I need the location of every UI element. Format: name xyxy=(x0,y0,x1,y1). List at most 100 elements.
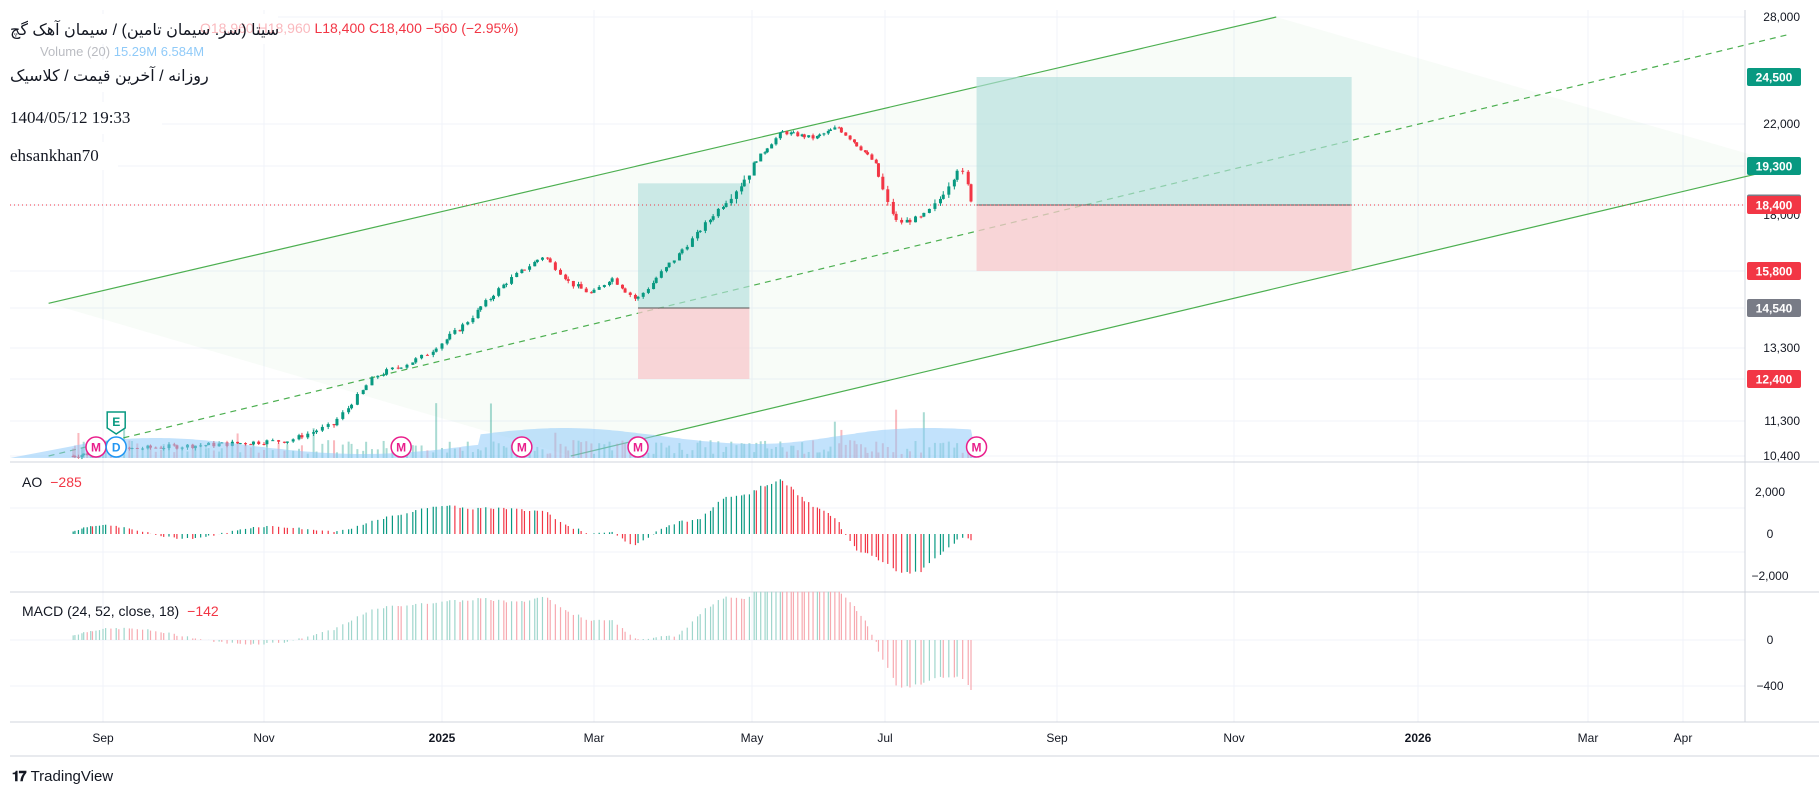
macd-legend: MACD (24, 52, close, 18) −142 xyxy=(22,603,219,619)
candle-body xyxy=(807,135,811,138)
position-1-stop-zone xyxy=(976,205,1352,271)
candle-body xyxy=(667,262,671,268)
chart-canvas[interactable]: M DEM M M M28,00022,00018,00013,30011,30010,… xyxy=(0,0,1819,798)
candle-body xyxy=(238,443,242,445)
volume-legend-label: Volume (20) xyxy=(40,44,111,59)
volume-legend-value-1: 15.29M xyxy=(113,44,158,59)
candle-body xyxy=(533,262,537,267)
ao-axis-tick: 0 xyxy=(1767,527,1774,541)
candle-body xyxy=(610,278,614,282)
time-axis-label: Sep xyxy=(92,731,114,745)
ao-axis-tick: 2,000 xyxy=(1755,485,1785,499)
earnings-marker-label: E xyxy=(112,415,120,429)
candle-body xyxy=(961,170,965,172)
candle-body xyxy=(742,179,746,187)
candle-body xyxy=(265,440,269,445)
candle-body xyxy=(870,154,874,160)
candle-body xyxy=(434,348,438,352)
candle-body xyxy=(385,369,389,375)
ao-legend-label: AO xyxy=(22,474,43,490)
price-badge-label: 18,400 xyxy=(1756,199,1793,213)
price-axis-tick: 11,300 xyxy=(1764,414,1800,428)
candle-body xyxy=(927,208,931,213)
author-name: ehsankhan70 xyxy=(10,146,99,165)
candle-body xyxy=(886,189,890,202)
candle-body xyxy=(589,292,593,294)
price-axis-tick: 10,400 xyxy=(1763,449,1800,463)
candle-body xyxy=(445,339,449,344)
candle-body xyxy=(300,435,304,438)
candle-body xyxy=(370,377,374,386)
candle-body xyxy=(652,282,656,290)
time-axis-label: Sep xyxy=(1046,731,1068,745)
candle-body xyxy=(597,286,601,290)
candle-body xyxy=(489,299,493,301)
candle-body xyxy=(502,284,506,289)
candle-body xyxy=(440,343,444,349)
candle-body xyxy=(659,271,663,278)
tradingview-logo-icon: 𝟏𝟕 xyxy=(12,768,27,784)
candle-body xyxy=(546,257,550,259)
candle-body xyxy=(955,170,959,180)
candle-body xyxy=(822,133,826,135)
candle-body xyxy=(510,277,514,284)
candle-body xyxy=(479,306,483,310)
candle-body xyxy=(900,219,904,223)
candle-body xyxy=(476,309,480,319)
timeframe-label: روزانه / آخرین قیمت / کلاسیک xyxy=(10,68,209,85)
candle-body xyxy=(919,216,923,218)
candle-body xyxy=(277,440,281,442)
candle-body xyxy=(891,201,895,214)
snapshot-datetime: 1404/05/12 19:33 xyxy=(10,108,131,127)
candle-body xyxy=(361,390,365,395)
candle-body xyxy=(914,216,918,223)
candle-body xyxy=(828,129,832,131)
candle-body xyxy=(461,324,465,332)
candle-body xyxy=(969,184,973,202)
candle-body xyxy=(711,216,715,220)
candle-body xyxy=(405,364,409,368)
candle-body xyxy=(802,134,806,138)
candle-body xyxy=(522,269,526,271)
candle-body xyxy=(646,289,650,293)
candle-body xyxy=(414,358,418,363)
position-0-stop-zone xyxy=(638,308,750,379)
candle-body xyxy=(320,426,324,431)
time-axis-label: Nov xyxy=(1223,731,1244,745)
candle-body xyxy=(778,132,782,139)
candle-body xyxy=(382,374,386,376)
candle-body xyxy=(833,127,837,130)
candle-body xyxy=(966,171,970,185)
candle-body xyxy=(933,203,937,209)
candle-body xyxy=(724,203,728,207)
candle-body xyxy=(709,219,713,223)
candle-body xyxy=(431,351,435,355)
event-marker-label: M xyxy=(91,441,101,455)
candle-body xyxy=(390,367,394,370)
candle-body xyxy=(765,148,769,153)
candle-body xyxy=(297,435,301,440)
time-axis-label: 2026 xyxy=(1405,731,1432,745)
candle-body xyxy=(874,159,878,164)
candle-body xyxy=(952,179,956,187)
candle-body xyxy=(628,292,632,295)
candle-body xyxy=(355,394,359,405)
candle-body xyxy=(448,333,452,340)
candle-body xyxy=(774,138,778,145)
candle-body xyxy=(335,418,339,426)
macd-legend-label: MACD (24, 52, close, 18) xyxy=(22,603,180,619)
tradingview-brand[interactable]: 𝟏𝟕 TradingView xyxy=(12,768,113,785)
time-axis-label: Nov xyxy=(253,731,274,745)
candle-body xyxy=(282,441,286,443)
candle-body xyxy=(579,284,583,289)
candle-body xyxy=(291,439,295,442)
ao-legend-value: −285 xyxy=(50,474,82,490)
candle-body xyxy=(332,424,336,426)
candle-body xyxy=(484,300,488,307)
ohlc-change: −560 (−2.95%) xyxy=(425,20,519,36)
candle-body xyxy=(636,296,640,299)
candle-body xyxy=(839,127,843,133)
candle-body xyxy=(781,131,785,133)
time-axis-label: 2025 xyxy=(429,731,456,745)
candle-body xyxy=(347,408,351,413)
